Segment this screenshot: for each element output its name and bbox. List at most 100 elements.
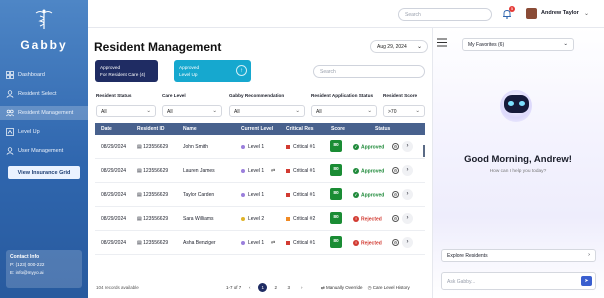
user-name[interactable]: Andrew Taylor [541,10,579,16]
sidebar-item-level-up[interactable]: Level Up [0,125,88,139]
column-critical-res[interactable]: Critical Res [286,126,314,132]
table-row[interactable]: 08/29/2024 ▤ 123556629 Taylor Carden Level … [95,183,425,207]
gabby-recommendation-select[interactable]: All ⌄ [229,105,305,117]
sidebar-item-label: Resident Management [18,110,74,116]
approved-level-up-card[interactable]: Approved Level Up ↑ [174,60,251,82]
critical-flag-icon [286,168,290,173]
filter-label-gabby-recommendation: Gabby Recommendation [229,93,285,98]
score-badge: 80 [330,140,342,152]
column-resident-id[interactable]: Resident ID [137,126,165,132]
cell-date: 08/29/2024 [101,168,127,174]
view-insurance-grid-button[interactable]: View Insurance Grid [8,166,80,179]
dashboard-icon [6,71,14,79]
level-value: Level 1 [248,144,265,150]
chevron-down-icon: ⌄ [295,108,300,114]
swap-icon[interactable]: ⇄ [271,168,275,174]
column-status[interactable]: Status [375,126,390,132]
status-label: Approved [361,192,385,199]
filter-label-application-status: Resident Application Status [311,93,374,98]
cell-critical-res: Critical #1 [286,144,315,150]
greeting-subtext: How can I help you today? [489,169,547,174]
cell-resident-id: ▤ 123556629 [137,144,168,150]
column-current-level[interactable]: Current Level [241,126,273,132]
table-row[interactable]: 08/29/2024 ▤ 123556629 Sara Williams Level … [95,207,425,231]
filter-label-care-level: Care Level [162,93,186,98]
sidebar-item-user-management[interactable]: User Management [0,144,88,158]
sidebar-item-label: Level Up [18,129,40,135]
sidebar-item-resident-management[interactable]: Resident Management [0,106,88,120]
critical-flag-icon [286,144,290,149]
score-badge: 80 [330,188,342,200]
sidebar-item-resident-select[interactable]: Resident Select [0,87,88,101]
care-level-select[interactable]: All ⌄ [162,105,222,117]
settings-icon[interactable]: ⚙ [392,167,399,174]
care-level-history-link[interactable]: Care Level History [373,285,410,290]
row-open-button[interactable]: › [402,141,413,152]
notification-badge: 5 [509,6,515,12]
cell-date: 08/29/2024 [101,144,127,150]
manually-override-link[interactable]: Manually Override [326,285,363,290]
avatar[interactable] [526,8,537,19]
row-open-button[interactable]: › [402,165,413,176]
sidebar-item-dashboard[interactable]: Dashboard [0,68,88,82]
favorites-select[interactable]: My Favorites (6) ⌄ [462,38,574,51]
page-button[interactable]: 2 [271,283,280,292]
cell-resident-id: ▤ 123556629 [137,192,168,198]
resident-id: 123556629 [143,144,169,150]
row-open-button[interactable]: › [402,189,413,200]
resident-score-select[interactable]: >70 ⌄ [383,105,425,117]
row-open-button[interactable]: › [402,237,413,248]
resident-search-input[interactable]: Search [313,65,425,78]
user-icon [6,147,14,155]
footer-links: ⇄ Manually Override ◷ Care Level History [321,285,410,291]
settings-icon[interactable]: ⚙ [392,191,399,198]
cell-critical-res: Critical #1 [286,192,315,198]
table-scrollbar[interactable] [423,145,425,157]
prev-page-button[interactable]: ‹ [245,283,254,292]
table-row[interactable]: 08/29/2024 ▤ 123556629 John Smith Level 1 Cr… [95,135,425,159]
date-value: Aug 29, 2024 [377,44,407,50]
column-name[interactable]: Name [183,126,197,132]
chevron-down-icon: ⌄ [212,108,217,114]
menu-icon[interactable] [437,38,447,47]
resident-status-select[interactable]: All ⌄ [96,105,156,117]
next-page-button[interactable]: › [297,283,306,292]
table-row[interactable]: 08/29/2024 ▤ 123556629 Lauren James Level 1… [95,159,425,183]
contact-title: Contact Info [10,254,40,260]
table-row[interactable]: 08/29/2024 ▤ 123556629 Asha Benziger Level … [95,231,425,255]
level-dot-icon [241,240,245,245]
critical-flag-icon [286,216,290,221]
score-badge: 80 [330,236,342,248]
select-value: All [234,109,240,115]
sidebar: Gabby Dashboard Resident Select Resident… [0,0,88,298]
chevron-down-icon: ⌄ [146,108,151,114]
cell-name: Sara Williams [183,216,214,222]
row-open-button[interactable]: › [402,213,413,224]
column-date[interactable]: Date [101,126,112,132]
records-count: 104 records available [96,285,139,290]
explore-residents-button[interactable]: Explore Residents › [441,249,596,262]
page-button[interactable]: 1 [258,283,268,292]
send-icon[interactable]: ➤ [581,276,592,286]
critical-value: Critical #1 [293,240,316,246]
settings-icon[interactable]: ⚙ [392,143,399,150]
chevron-down-icon[interactable]: ⌄ [584,10,589,17]
application-status-select[interactable]: All ⌄ [311,105,377,117]
status-badge: ✓ Approved [353,144,384,150]
swap-icon[interactable]: ⇄ [271,240,275,246]
settings-icon[interactable]: ⚙ [392,239,399,246]
chevron-down-icon: ⌄ [367,108,372,114]
settings-icon[interactable]: ⚙ [392,215,399,222]
brand-name: Gabby [20,38,68,52]
approved-resident-care-card[interactable]: Approved For Resident Care (4) [95,60,158,82]
date-picker[interactable]: Aug 29, 2024 ⌄ [370,40,428,53]
cell-resident-id: ▤ 123556629 [137,168,168,174]
column-score[interactable]: Score [331,126,345,132]
global-search-input[interactable]: Search [398,8,492,21]
cell-critical-res: Critical #1 [286,168,315,174]
ask-gabby-input[interactable]: Ask Gabby... [441,272,596,290]
cell-current-level: Level 1 [241,168,264,174]
page-button[interactable]: 3 [284,283,293,292]
contact-phone: P: (123) 000-222 [10,262,45,267]
critical-flag-icon [286,192,290,197]
